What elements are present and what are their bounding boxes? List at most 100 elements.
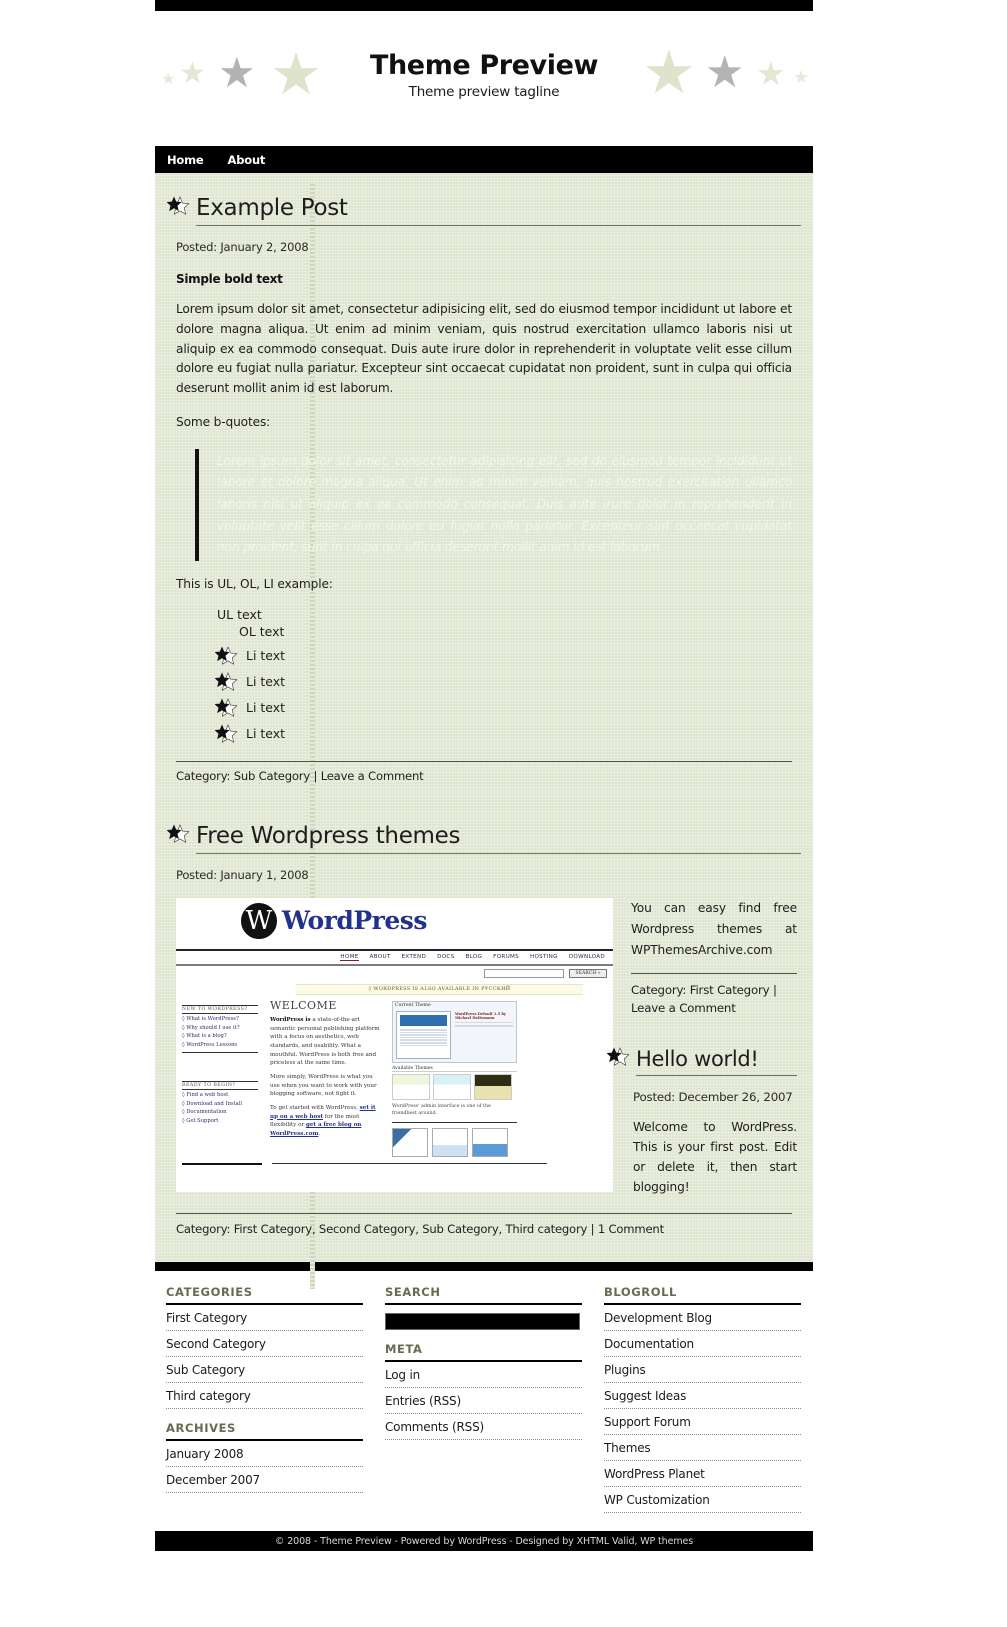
- wp-current-theme-label: Current Theme: [395, 1002, 431, 1008]
- blogroll-link[interactable]: Documentation: [604, 1337, 694, 1351]
- wp-nav-extend: EXTEND: [401, 954, 427, 961]
- wp-bottom-rule-left: [182, 1162, 262, 1165]
- category-link[interactable]: First Category: [166, 1311, 247, 1325]
- wp-thumbnail-row: [392, 1127, 517, 1157]
- site-identity: Theme Preview Theme preview tagline: [155, 51, 813, 100]
- post-title[interactable]: Example Post: [196, 195, 801, 226]
- page-root: ★ ★ ★ ★ ★ ★ ★ ★ Theme Preview Theme prev…: [0, 0, 1007, 1627]
- li-list: Li text Li text Li text Li text: [215, 643, 801, 747]
- star-bullet-icon: [167, 196, 189, 215]
- nav-item-home[interactable]: Home: [167, 153, 204, 167]
- content-footer-divider: [155, 1262, 813, 1272]
- post-footer-meta[interactable]: Category: Sub Category | Leave a Comment: [176, 760, 792, 783]
- wp-nav-docs: DOCS: [437, 954, 455, 961]
- category-link[interactable]: Second Category: [166, 1337, 266, 1351]
- site-header: ★ ★ ★ ★ ★ ★ ★ ★ Theme Preview Theme prev…: [155, 11, 813, 146]
- list-item-label[interactable]: Li text: [246, 726, 285, 741]
- post-title-row: Example Post: [167, 195, 801, 226]
- wp-nav-blog: BLOG: [465, 954, 483, 961]
- wp-nav-download: DOWNLOAD: [568, 954, 605, 961]
- wp-nav-about: ABOUT: [369, 954, 391, 961]
- wp-nav-hosting: HOSTING: [529, 954, 558, 961]
- post-body: Welcome to WordPress. This is your first…: [633, 1120, 797, 1194]
- wp-p3-end: .: [318, 1130, 321, 1137]
- blogroll-link[interactable]: WP Customization: [604, 1493, 710, 1507]
- wp-link: ◊ What is a blog?: [182, 1033, 227, 1040]
- star-bullet-icon: [215, 698, 237, 718]
- widget-title-archives: ARCHIVES: [166, 1421, 363, 1442]
- widget-column-search-meta: SEARCH META Log in Entries (RSS) Comment…: [374, 1285, 593, 1513]
- post-blockquote: Lorem ipsum dolor sit amet, consectetur …: [195, 448, 792, 562]
- wp-theme-card: [392, 1073, 430, 1100]
- list-item: First Category: [166, 1305, 363, 1332]
- wp-theme-line: [400, 1034, 447, 1036]
- wp-theme-thumbnail: [396, 1010, 451, 1059]
- list-item: Sub Category: [166, 1357, 363, 1384]
- wp-theme-line: [400, 1039, 447, 1041]
- search-input[interactable]: [385, 1313, 580, 1331]
- meta-link-entries-rss[interactable]: Entries (RSS): [385, 1394, 461, 1408]
- list-item-label[interactable]: Li text: [246, 674, 285, 689]
- post-footer-meta[interactable]: Category: First Category, Second Categor…: [176, 1213, 792, 1236]
- post-free-wordpress-themes: Free Wordpress themes Posted: January 1,…: [167, 823, 801, 1236]
- list-item: WordPress Planet: [604, 1461, 801, 1488]
- list-item: Second Category: [166, 1331, 363, 1358]
- wp-theme-desc-line: [455, 1025, 513, 1027]
- wordpress-org-screenshot[interactable]: W WordPress HOME ABOUT EXTEND DOCS BLOG: [176, 897, 613, 1192]
- wp-link: ◊ Why should I use it?: [182, 1024, 240, 1031]
- nav-item-about[interactable]: About: [228, 153, 266, 167]
- wp-theme-card: [474, 1073, 512, 1100]
- wp-section-ready: READY TO BEGIN?: [182, 1080, 258, 1090]
- widget-title-blogroll: BLOGROLL: [604, 1285, 801, 1306]
- list-item: Plugins: [604, 1357, 801, 1384]
- post-date: Posted: January 1, 2008: [176, 867, 309, 882]
- list-item: December 2007: [166, 1467, 363, 1494]
- blogroll-link[interactable]: Themes: [604, 1441, 651, 1455]
- wp-thumbnail: [392, 1127, 428, 1157]
- wordpress-logo-text: WordPress: [282, 906, 427, 936]
- post-two-column-layout: W WordPress HOME ABOUT EXTEND DOCS BLOG: [167, 897, 801, 1197]
- list-item: Li text: [215, 669, 801, 695]
- list-item: Suggest Ideas: [604, 1383, 801, 1410]
- wp-admin-caption: WordPress' admin interface is one of the…: [392, 1103, 491, 1116]
- list-item-label[interactable]: Li text: [246, 648, 285, 663]
- site-footer: © 2008 - Theme Preview - Powered by Word…: [155, 1531, 813, 1552]
- wp-paragraph-1: WordPress is a state-of-the-art semantic…: [270, 1016, 384, 1068]
- category-link[interactable]: Sub Category: [166, 1363, 245, 1377]
- footer-widgets: CATEGORIES First Category Second Categor…: [155, 1271, 813, 1514]
- widget-title-search: SEARCH: [385, 1285, 582, 1306]
- post-title[interactable]: Free Wordpress themes: [196, 823, 801, 854]
- list-item: Li text: [215, 643, 801, 669]
- wp-paragraph-2: More simply, WordPress is what you use w…: [270, 1073, 377, 1098]
- meta-link-login[interactable]: Log in: [385, 1368, 420, 1382]
- meta-list: Log in Entries (RSS) Comments (RSS): [385, 1362, 582, 1441]
- list-item: Log in: [385, 1362, 582, 1389]
- post-side-meta[interactable]: Category: First Category | Leave a Comme…: [631, 972, 797, 1017]
- wp-link: ◊ Documentation: [182, 1109, 227, 1116]
- blogroll-link[interactable]: Suggest Ideas: [604, 1389, 686, 1403]
- blogroll-link[interactable]: Plugins: [604, 1363, 646, 1377]
- list-item: Documentation: [604, 1331, 801, 1358]
- wp-search-button: SEARCH »: [569, 969, 607, 979]
- wp-paragraph-1-rest: a state-of-the-art semantic personal pub…: [270, 1016, 380, 1067]
- post-example-post: Example Post Posted: January 2, 2008 Sim…: [167, 195, 801, 783]
- blogroll-link[interactable]: WordPress Planet: [604, 1467, 705, 1481]
- right-margin: [813, 0, 1007, 1627]
- widget-title-meta: META: [385, 1342, 582, 1363]
- post-date: Posted: January 2, 2008: [176, 240, 309, 254]
- archive-link[interactable]: January 2008: [166, 1447, 244, 1461]
- wp-theme-line: [400, 1028, 447, 1031]
- list-item-label[interactable]: Li text: [246, 700, 285, 715]
- meta-link-comments-rss[interactable]: Comments (RSS): [385, 1420, 484, 1434]
- post-bold-text: Simple bold text: [176, 272, 283, 286]
- blogroll-link[interactable]: Development Blog: [604, 1311, 712, 1325]
- wp-link: ◊ Get Support: [182, 1117, 219, 1124]
- post-side-column: You can easy find free Wordpress themes …: [607, 898, 801, 1197]
- archive-link[interactable]: December 2007: [166, 1473, 260, 1487]
- post-title[interactable]: Hello world!: [636, 1047, 797, 1077]
- category-link[interactable]: Third category: [166, 1389, 251, 1403]
- wp-current-theme-panel: Current Theme WordPress Default 1.5 by M…: [392, 1000, 517, 1063]
- blogroll-link[interactable]: Support Forum: [604, 1415, 691, 1429]
- list-item: Entries (RSS): [385, 1388, 582, 1415]
- post-title-row: Free Wordpress themes: [167, 823, 801, 854]
